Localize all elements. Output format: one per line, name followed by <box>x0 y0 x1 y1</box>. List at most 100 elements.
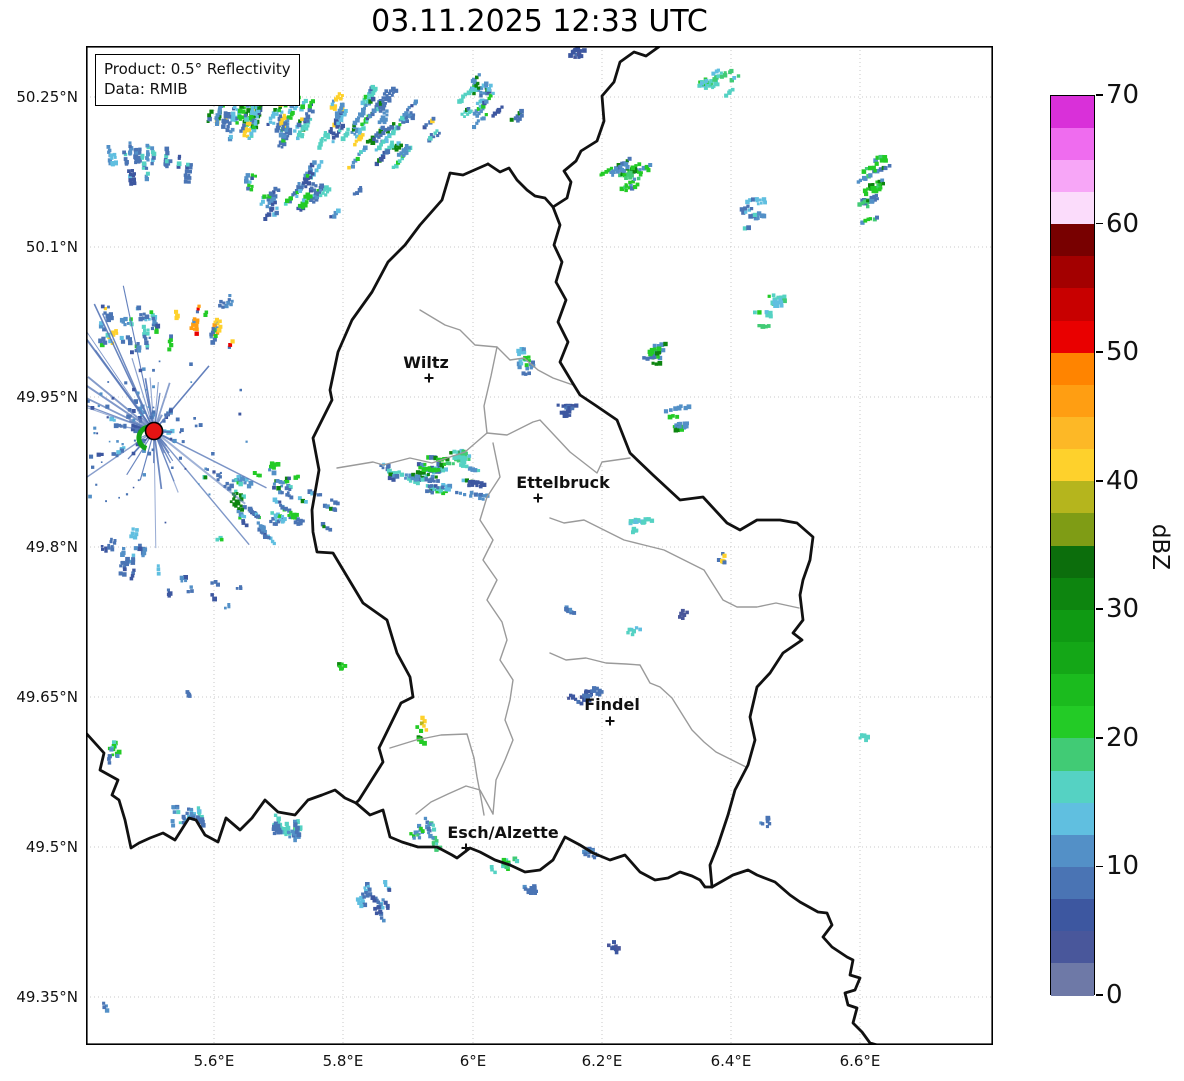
echo-pixel <box>756 211 762 216</box>
echo-pixel <box>145 156 149 160</box>
echo-pixel <box>634 626 639 630</box>
colorbar-block <box>1051 899 1094 933</box>
echo-pixel <box>287 830 291 834</box>
echo-pixel <box>317 163 322 168</box>
echo-pixel <box>340 94 344 97</box>
echo-pixel <box>422 724 426 728</box>
echo-pixel <box>431 823 435 827</box>
colorbar-block <box>1051 481 1094 515</box>
echo-pixel <box>340 123 345 129</box>
echo-pixel <box>261 531 265 535</box>
echo-pixel <box>671 414 675 418</box>
echo-pixel <box>637 162 642 167</box>
echo-pixel <box>184 169 189 174</box>
echo-pixel <box>565 414 569 418</box>
echo-pixel <box>156 564 160 568</box>
echo-pixel <box>194 323 199 328</box>
echo-pixel <box>278 500 282 504</box>
echo-pixel <box>298 189 303 193</box>
lon-tick-label: 5.8°E <box>322 1052 364 1070</box>
clutter-speckle <box>132 387 136 392</box>
echo-pixel <box>242 515 247 519</box>
echo-pixel <box>230 127 235 132</box>
echo-pixel <box>229 302 233 307</box>
echo-pixel <box>189 807 194 812</box>
echo-pixel <box>136 342 140 346</box>
echo-pixel <box>109 747 114 752</box>
echo-pixel <box>615 169 620 174</box>
echo-pixel <box>415 725 420 729</box>
echo-pixel <box>252 471 257 475</box>
echo-pixel <box>222 301 226 305</box>
echo-pixel <box>304 500 308 504</box>
echo-pixel <box>363 145 368 151</box>
echo-pixel <box>750 207 754 211</box>
echo-pixel <box>306 119 310 123</box>
clutter-speckle <box>152 406 155 409</box>
echo-pixel <box>427 831 431 835</box>
colorbar-block <box>1051 770 1094 804</box>
clutter-speckle <box>106 416 109 419</box>
echo-pixel <box>164 146 170 152</box>
echo-pixel <box>509 117 514 122</box>
echo-pixel <box>169 334 173 339</box>
echo-pixel <box>107 148 112 153</box>
echo-pixel <box>372 108 377 113</box>
echo-pixel <box>478 496 482 501</box>
echo-pixel <box>307 104 312 109</box>
echo-pixel <box>346 127 350 132</box>
echo-pixel <box>274 522 278 526</box>
colorbar-block <box>1051 224 1094 258</box>
echo-pixel <box>141 324 146 329</box>
echo-pixel <box>432 479 436 483</box>
colorbar-tick-label: 20 <box>1106 722 1140 753</box>
echo-pixel <box>275 462 281 467</box>
echo-pixel <box>367 887 372 892</box>
echo-pixel <box>412 113 416 117</box>
echo-pixel <box>115 753 120 758</box>
colorbar-tick-label: 60 <box>1106 208 1140 239</box>
echo-pixel <box>225 481 229 486</box>
clutter-speckle <box>193 417 196 420</box>
echo-pixel <box>143 547 148 552</box>
echo-pixel <box>296 521 301 526</box>
echo-pixel <box>477 86 481 90</box>
echo-pixel <box>204 310 209 314</box>
echo-pixel <box>362 895 366 899</box>
echo-pixel <box>632 629 636 634</box>
echo-pixel <box>500 105 504 109</box>
echo-pixel <box>387 98 392 103</box>
echo-pixel <box>704 78 709 83</box>
clutter-speckle <box>108 440 111 443</box>
echo-pixel <box>132 535 138 540</box>
echo-pixel <box>275 112 279 116</box>
echo-pixel <box>318 188 322 192</box>
echo-pixel <box>452 449 457 454</box>
colorbar-block <box>1051 963 1094 997</box>
echo-pixel <box>263 529 267 533</box>
echo-pixel <box>289 510 293 515</box>
echo-pixel <box>223 111 228 116</box>
echo-pixel <box>282 134 287 139</box>
echo-pixel <box>642 520 647 524</box>
clutter-speckle <box>130 350 134 355</box>
clutter-speckle <box>142 473 146 477</box>
echo-pixel <box>470 86 475 91</box>
echo-pixel <box>145 143 150 148</box>
echo-pixel <box>565 608 569 612</box>
clutter-speckle <box>93 432 96 435</box>
echo-pixel <box>182 816 186 821</box>
echo-pixel <box>273 813 278 817</box>
dbz-colorbar <box>1050 95 1095 997</box>
echo-pixel <box>221 305 225 309</box>
echo-pixel <box>293 129 297 133</box>
echo-pixel <box>389 143 395 149</box>
clutter-speckle <box>90 406 95 410</box>
echo-pixel <box>685 425 689 429</box>
echo-pixel <box>183 173 188 177</box>
echo-pixel <box>760 822 765 826</box>
echo-pixel <box>176 810 181 815</box>
echo-pixel <box>319 160 324 164</box>
echo-pixel <box>215 582 220 587</box>
colorbar-block <box>1051 159 1094 193</box>
